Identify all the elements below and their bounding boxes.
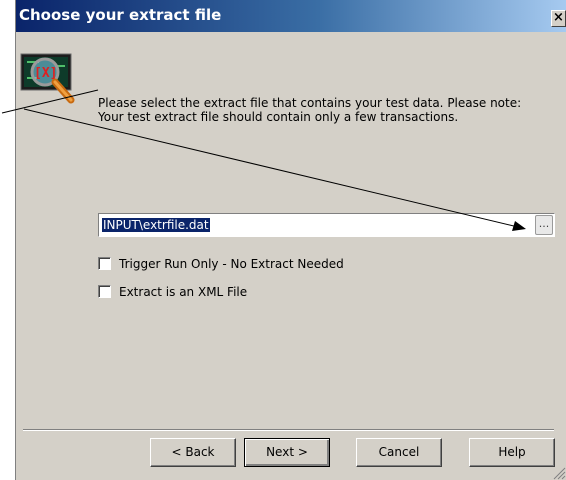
close-button[interactable]: × xyxy=(551,10,566,27)
dialog-title: Choose your extract file xyxy=(19,6,222,24)
trigger-run-only-checkbox[interactable] xyxy=(98,257,111,270)
button-separator xyxy=(23,429,554,431)
back-button[interactable]: < Back xyxy=(150,438,236,467)
instruction-text: Please select the extract file that cont… xyxy=(98,96,522,124)
help-button[interactable]: Help xyxy=(469,438,555,467)
dialog-window: Choose your extract file × [X] Please se… xyxy=(15,0,566,480)
extract-file-input[interactable]: INPUT\extrfile.dat ... xyxy=(98,213,555,237)
cancel-button[interactable]: Cancel xyxy=(356,438,442,467)
extract-file-magnifier-icon: [X] xyxy=(20,53,75,104)
next-button[interactable]: Next > xyxy=(244,438,330,467)
title-bar[interactable]: Choose your extract file × xyxy=(16,0,566,32)
xml-file-label: Extract is an XML File xyxy=(119,285,248,299)
browse-button[interactable]: ... xyxy=(535,215,553,235)
resize-grip-icon[interactable] xyxy=(552,466,566,480)
xml-file-checkbox[interactable] xyxy=(98,285,111,298)
extract-file-value: INPUT\extrfile.dat xyxy=(102,218,210,232)
trigger-run-only-label: Trigger Run Only - No Extract Needed xyxy=(119,257,344,271)
